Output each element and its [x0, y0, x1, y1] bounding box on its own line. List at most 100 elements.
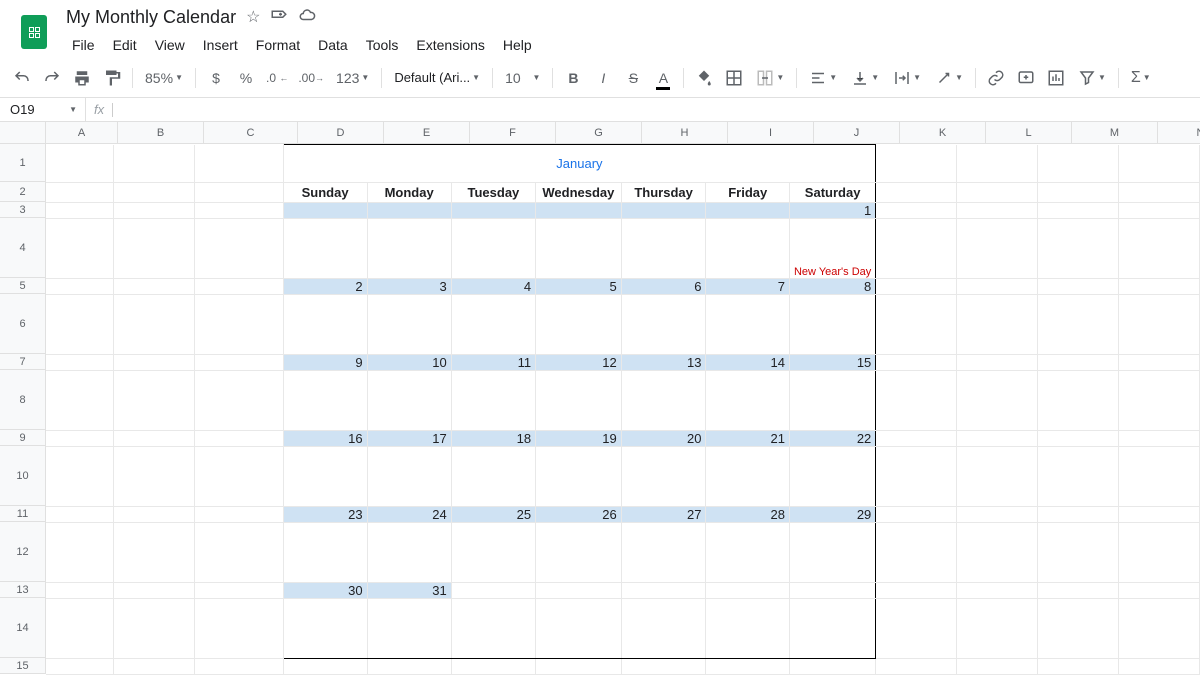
cell-E6[interactable] [367, 295, 451, 355]
cell-K2[interactable] [876, 183, 957, 203]
vertical-align-dropdown[interactable]: ▼ [845, 64, 885, 92]
menu-insert[interactable]: Insert [195, 33, 246, 57]
cell-L3[interactable] [957, 203, 1038, 219]
cell-J8[interactable] [789, 371, 875, 431]
cell-K8[interactable] [876, 371, 957, 431]
cell-L5[interactable] [957, 279, 1038, 295]
cell-B1[interactable] [114, 145, 195, 183]
cell-G2[interactable]: Wednesday [536, 183, 622, 203]
cell-C15[interactable] [195, 659, 283, 675]
cell-A14[interactable] [46, 599, 114, 659]
cell-A9[interactable] [46, 431, 114, 447]
cell-K5[interactable] [876, 279, 957, 295]
cell-H8[interactable] [621, 371, 706, 431]
cell-L11[interactable] [957, 507, 1038, 523]
cell-F8[interactable] [451, 371, 535, 431]
cell-J12[interactable] [789, 523, 875, 583]
cell-A4[interactable] [46, 219, 114, 279]
cell-I9[interactable]: 21 [706, 431, 789, 447]
font-dropdown[interactable]: Default (Ari...▼ [388, 64, 486, 92]
cell-E10[interactable] [367, 447, 451, 507]
col-header-N[interactable]: N [1158, 122, 1200, 144]
spreadsheet-grid[interactable]: ABCDEFGHIJKLMN 123456789101112131415 Jan… [0, 122, 1200, 675]
cell-L2[interactable] [957, 183, 1038, 203]
cell-G8[interactable] [536, 371, 622, 431]
cell-E8[interactable] [367, 371, 451, 431]
cell-D5[interactable]: 2 [283, 279, 367, 295]
cell-F11[interactable]: 25 [451, 507, 535, 523]
cell-N10[interactable] [1119, 447, 1200, 507]
row-header-4[interactable]: 4 [0, 218, 46, 278]
cell-D10[interactable] [283, 447, 367, 507]
cell-L10[interactable] [957, 447, 1038, 507]
cell-E14[interactable] [367, 599, 451, 659]
cell-I13[interactable] [706, 583, 789, 599]
row-header-14[interactable]: 14 [0, 598, 46, 658]
col-header-B[interactable]: B [118, 122, 204, 144]
text-wrap-dropdown[interactable]: ▼ [887, 64, 927, 92]
cell-L9[interactable] [957, 431, 1038, 447]
cell-H10[interactable] [621, 447, 706, 507]
cell-M4[interactable] [1038, 219, 1119, 279]
cell-M12[interactable] [1038, 523, 1119, 583]
col-header-I[interactable]: I [728, 122, 814, 144]
cell-F14[interactable] [451, 599, 535, 659]
cell-J9[interactable]: 22 [789, 431, 875, 447]
cell-C8[interactable] [195, 371, 283, 431]
cell-J13[interactable] [789, 583, 875, 599]
cell-D7[interactable]: 9 [283, 355, 367, 371]
cell-J3[interactable]: 1 [789, 203, 875, 219]
cell-A10[interactable] [46, 447, 114, 507]
menu-tools[interactable]: Tools [358, 33, 407, 57]
undo-button[interactable] [8, 64, 36, 92]
cell-M6[interactable] [1038, 295, 1119, 355]
cell-M11[interactable] [1038, 507, 1119, 523]
cell-H6[interactable] [621, 295, 706, 355]
col-header-E[interactable]: E [384, 122, 470, 144]
row-header-7[interactable]: 7 [0, 354, 46, 370]
col-header-M[interactable]: M [1072, 122, 1158, 144]
cell-N15[interactable] [1119, 659, 1200, 675]
cell-N9[interactable] [1119, 431, 1200, 447]
cell-I15[interactable] [706, 659, 789, 675]
cell-D13[interactable]: 30 [283, 583, 367, 599]
percent-button[interactable]: % [232, 64, 260, 92]
increase-decimal-button[interactable]: .00→ [294, 64, 328, 92]
cell-D12[interactable] [283, 523, 367, 583]
cell-E2[interactable]: Monday [367, 183, 451, 203]
menu-extensions[interactable]: Extensions [408, 33, 492, 57]
cell-M5[interactable] [1038, 279, 1119, 295]
cell-N6[interactable] [1119, 295, 1200, 355]
cell-J7[interactable]: 15 [789, 355, 875, 371]
cell-C2[interactable] [195, 183, 283, 203]
row-header-15[interactable]: 15 [0, 658, 46, 674]
cell-A13[interactable] [46, 583, 114, 599]
fill-color-button[interactable] [690, 64, 718, 92]
row-header-13[interactable]: 13 [0, 582, 46, 598]
col-header-A[interactable]: A [46, 122, 118, 144]
cell-N1[interactable] [1119, 145, 1200, 183]
cell-G12[interactable] [536, 523, 622, 583]
cell-L15[interactable] [957, 659, 1038, 675]
cell-L13[interactable] [957, 583, 1038, 599]
cell-C10[interactable] [195, 447, 283, 507]
strikethrough-button[interactable]: S [619, 64, 647, 92]
borders-button[interactable] [720, 64, 748, 92]
cell-C3[interactable] [195, 203, 283, 219]
cell-N4[interactable] [1119, 219, 1200, 279]
cell-C9[interactable] [195, 431, 283, 447]
cell-N12[interactable] [1119, 523, 1200, 583]
row-header-6[interactable]: 6 [0, 294, 46, 354]
horizontal-align-dropdown[interactable]: ▼ [803, 64, 843, 92]
cell-J15[interactable] [789, 659, 875, 675]
cell-A8[interactable] [46, 371, 114, 431]
cell-G3[interactable] [536, 203, 622, 219]
col-header-L[interactable]: L [986, 122, 1072, 144]
cell-N3[interactable] [1119, 203, 1200, 219]
cell-N2[interactable] [1119, 183, 1200, 203]
col-header-F[interactable]: F [470, 122, 556, 144]
functions-dropdown[interactable]: Σ▼ [1125, 64, 1157, 92]
cell-F15[interactable] [451, 659, 535, 675]
cell-K10[interactable] [876, 447, 957, 507]
insert-comment-button[interactable] [1012, 64, 1040, 92]
